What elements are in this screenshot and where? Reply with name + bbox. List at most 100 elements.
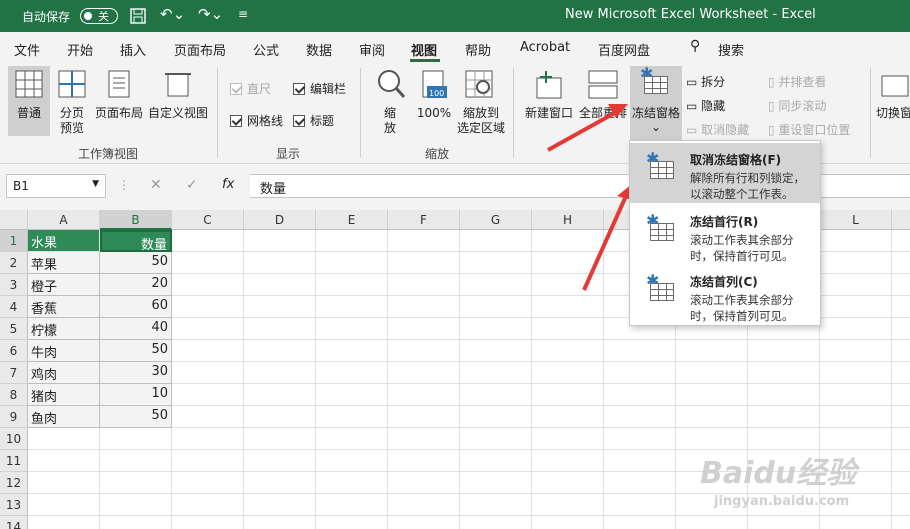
cell-g3[interactable] [460,274,532,296]
cell-i6[interactable] [604,340,676,362]
row-header[interactable]: 8 [0,384,28,406]
redo-icon[interactable]: ↷⌄ [198,5,223,23]
zoom-button[interactable]: 缩 放 [372,66,408,138]
cell-e13[interactable] [316,494,388,516]
customize-qat-icon[interactable]: ≡ [238,7,248,21]
cell-d13[interactable] [244,494,316,516]
formula-bar-checkbox[interactable]: 编辑栏 [293,80,346,97]
row-header[interactable]: 2 [0,252,28,274]
row-header[interactable]: 11 [0,450,28,472]
cell-c10[interactable] [172,428,244,450]
cell-f10[interactable] [388,428,460,450]
cell-i13[interactable] [604,494,676,516]
new-window-button[interactable]: 新建窗口 [522,66,576,138]
column-header-d[interactable]: D [244,210,316,230]
enter-icon[interactable]: ✓ [186,177,198,193]
cell-b2[interactable]: 50 [100,252,172,274]
cell-a14[interactable] [28,516,100,529]
cell-h2[interactable] [532,252,604,274]
cell-i7[interactable] [604,362,676,384]
column-header-a[interactable]: A [28,210,100,230]
cell-a8[interactable]: 猪肉 [28,384,100,406]
cell-d4[interactable] [244,296,316,318]
cell-g7[interactable] [460,362,532,384]
cell-f2[interactable] [388,252,460,274]
select-all-corner[interactable] [0,210,28,230]
cell-i14[interactable] [604,516,676,529]
cell-f4[interactable] [388,296,460,318]
cell-g14[interactable] [460,516,532,529]
column-header-b[interactable]: B [100,210,172,230]
cell-c8[interactable] [172,384,244,406]
gridlines-checkbox[interactable]: 网格线 [230,112,283,129]
cell-f1[interactable] [388,230,460,252]
cell-m12[interactable] [892,472,910,494]
cell-m4[interactable] [892,296,910,318]
cell-h7[interactable] [532,362,604,384]
cell-h3[interactable] [532,274,604,296]
cell-g11[interactable] [460,450,532,472]
cell-k6[interactable] [748,340,820,362]
tab-review[interactable]: 审阅 [359,40,385,59]
tab-insert[interactable]: 插入 [120,40,146,59]
cell-f14[interactable] [388,516,460,529]
cell-f8[interactable] [388,384,460,406]
cell-k8[interactable] [748,384,820,406]
cell-e10[interactable] [316,428,388,450]
cell-l5[interactable] [820,318,892,340]
cell-b7[interactable]: 30 [100,362,172,384]
cell-d3[interactable] [244,274,316,296]
cell-h12[interactable] [532,472,604,494]
tab-help[interactable]: 帮助 [465,40,491,59]
cell-a7[interactable]: 鸡肉 [28,362,100,384]
cell-e8[interactable] [316,384,388,406]
cell-f13[interactable] [388,494,460,516]
cell-e11[interactable] [316,450,388,472]
cell-j14[interactable] [676,516,748,529]
cell-m2[interactable] [892,252,910,274]
tab-page-layout[interactable]: 页面布局 [174,40,226,59]
cell-b14[interactable] [100,516,172,529]
cell-l10[interactable] [820,428,892,450]
insert-function-icon[interactable]: fx [222,177,234,192]
cell-k14[interactable] [748,516,820,529]
sync-scroll-button[interactable]: ▯ 同步滚动 [768,97,826,114]
cell-f12[interactable] [388,472,460,494]
zoom-100-button[interactable]: 100 100% [414,66,454,138]
cell-c13[interactable] [172,494,244,516]
normal-view-button[interactable]: 普通 [8,66,50,136]
cell-h10[interactable] [532,428,604,450]
cell-h9[interactable] [532,406,604,428]
page-layout-button[interactable]: 页面布局 [93,66,145,138]
cell-b3[interactable]: 20 [100,274,172,296]
cell-c7[interactable] [172,362,244,384]
side-by-side-button[interactable]: ▯ 并排查看 [768,73,826,90]
column-header-l[interactable]: L [820,210,892,230]
cell-l4[interactable] [820,296,892,318]
row-header[interactable]: 10 [0,428,28,450]
cell-e14[interactable] [316,516,388,529]
ruler-checkbox[interactable]: 直尺 [230,80,271,97]
cell-d7[interactable] [244,362,316,384]
cell-g13[interactable] [460,494,532,516]
cell-g10[interactable] [460,428,532,450]
switch-windows-button[interactable]: 切换窗 [876,66,910,138]
headings-checkbox[interactable]: 标题 [293,112,334,129]
row-header[interactable]: 14 [0,516,28,529]
column-header-c[interactable]: C [172,210,244,230]
cell-d10[interactable] [244,428,316,450]
cell-m7[interactable] [892,362,910,384]
cell-d5[interactable] [244,318,316,340]
cell-j10[interactable] [676,428,748,450]
cell-c5[interactable] [172,318,244,340]
cell-b4[interactable]: 60 [100,296,172,318]
cell-e6[interactable] [316,340,388,362]
cell-g5[interactable] [460,318,532,340]
cell-h11[interactable] [532,450,604,472]
row-header[interactable]: 3 [0,274,28,296]
cell-a1[interactable]: 水果 [28,230,100,252]
cell-a11[interactable] [28,450,100,472]
cell-e3[interactable] [316,274,388,296]
column-header-f[interactable]: F [388,210,460,230]
cell-c11[interactable] [172,450,244,472]
